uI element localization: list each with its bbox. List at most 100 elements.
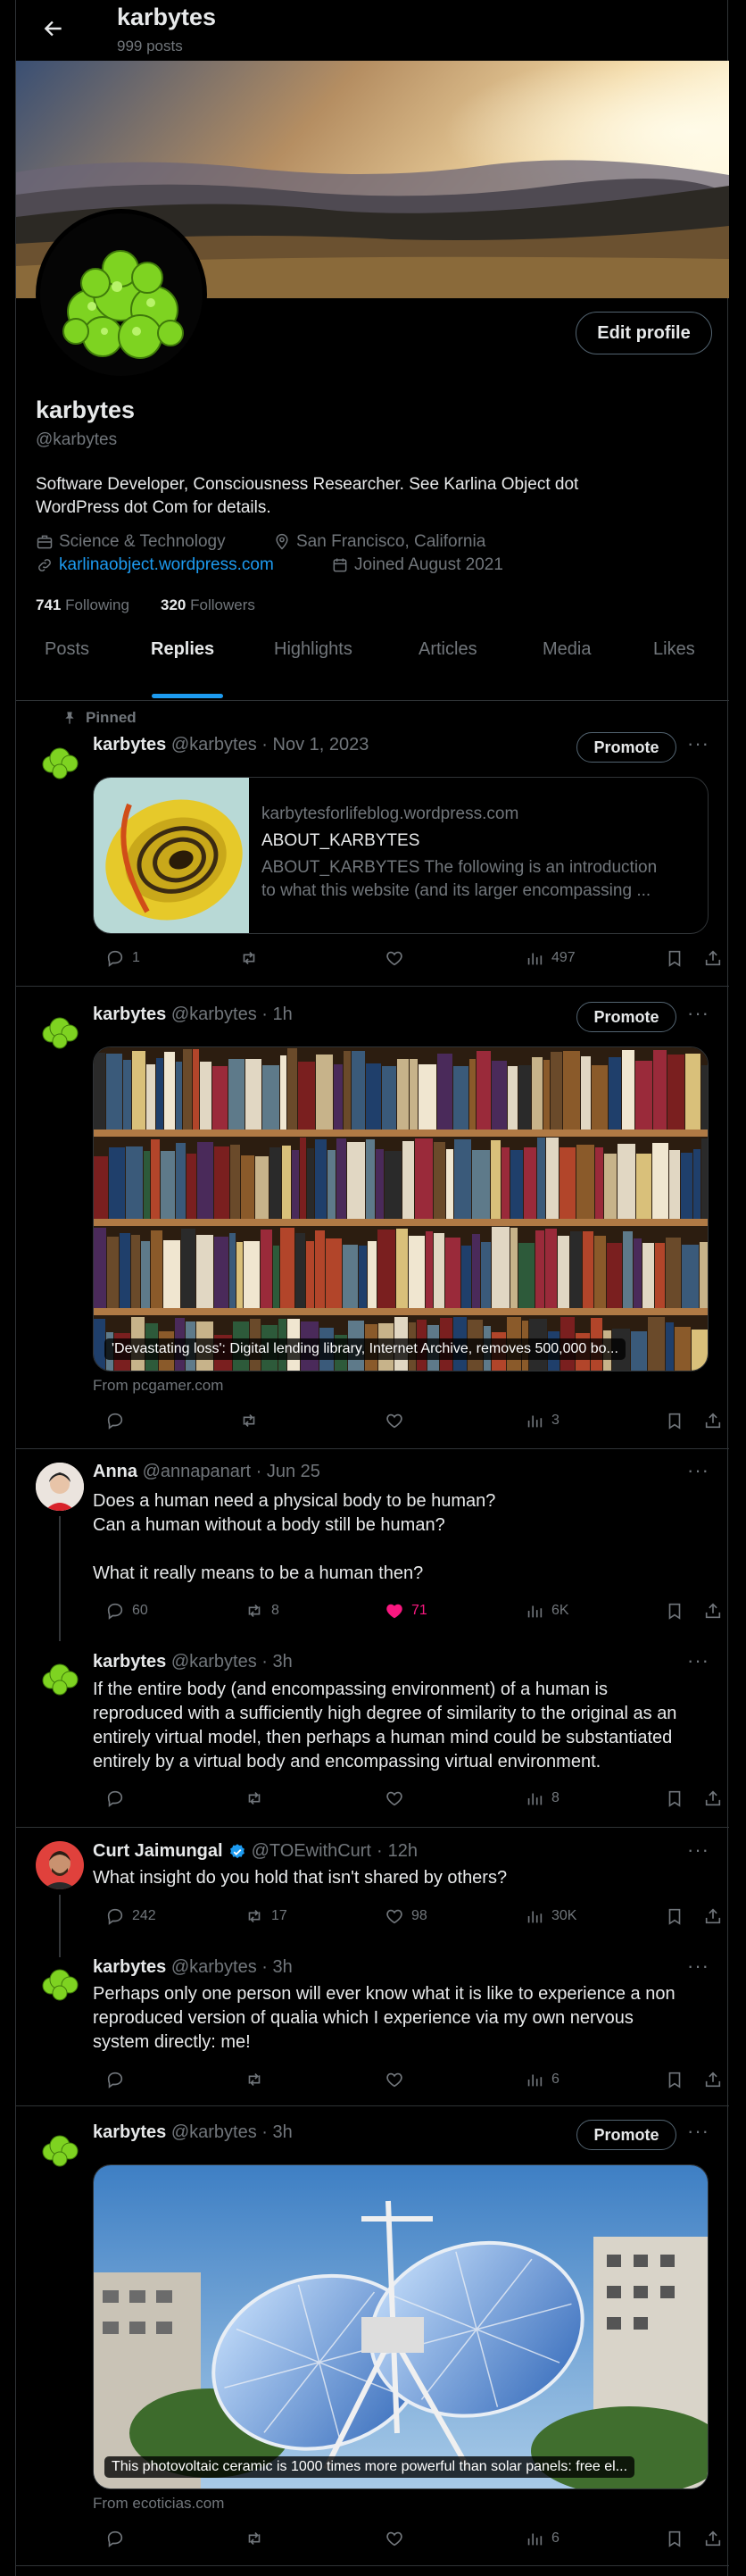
following-link[interactable]: 741 Following <box>36 596 129 614</box>
promote-button[interactable]: Promote <box>576 1002 676 1032</box>
views-button[interactable]: 6 <box>525 2529 560 2548</box>
like-button[interactable]: 71 <box>385 1601 427 1621</box>
reply-button[interactable] <box>105 2529 125 2548</box>
avatar[interactable] <box>36 1463 84 1511</box>
avatar[interactable] <box>36 1957 84 2005</box>
tab-replies[interactable]: Replies <box>151 639 214 660</box>
link-card[interactable]: karbytesforlifeblog.wordpress.com ABOUT_… <box>93 777 709 934</box>
views-button[interactable]: 3 <box>525 1411 560 1430</box>
promote-button[interactable]: Promote <box>576 2120 676 2150</box>
share-button[interactable] <box>703 1601 723 1621</box>
post-time[interactable]: 3h <box>273 1957 293 1977</box>
more-icon[interactable]: ··· <box>687 1955 709 1978</box>
tab-media[interactable]: Media <box>543 639 591 660</box>
repost-icon <box>245 2529 264 2548</box>
post-author-name[interactable]: Anna <box>93 1462 137 1481</box>
avatar[interactable] <box>36 2123 84 2172</box>
bookmark-button[interactable] <box>665 2070 684 2089</box>
more-icon[interactable]: ··· <box>687 1459 709 1482</box>
profile-website[interactable]: karlinaobject.wordpress.com <box>36 555 274 575</box>
like-button[interactable] <box>385 948 404 968</box>
bookmark-button[interactable] <box>665 1411 684 1430</box>
post-text: What insight do you hold that isn't shar… <box>93 1868 508 1888</box>
bookmark-button[interactable] <box>665 1601 684 1621</box>
more-icon[interactable]: ··· <box>687 1838 709 1862</box>
tab-highlights[interactable]: Highlights <box>274 639 352 660</box>
repost-button[interactable] <box>239 1411 259 1430</box>
tab-posts[interactable]: Posts <box>45 639 89 660</box>
post-time[interactable]: Jun 25 <box>267 1462 320 1481</box>
tab-likes[interactable]: Likes <box>653 639 695 660</box>
post-time[interactable]: 3h <box>273 2122 293 2142</box>
reply-button[interactable] <box>105 2070 125 2089</box>
like-button[interactable] <box>385 1411 404 1430</box>
repost-button[interactable] <box>245 2070 264 2089</box>
repost-button[interactable] <box>245 1788 264 1808</box>
promote-button[interactable]: Promote <box>576 732 676 763</box>
post-time[interactable]: 3h <box>273 1652 293 1671</box>
post-author-handle[interactable]: @karbytes <box>171 1652 257 1671</box>
post-author-handle[interactable]: @karbytes <box>171 2122 257 2142</box>
back-button[interactable] <box>37 13 70 45</box>
repost-button[interactable]: 8 <box>245 1601 279 1621</box>
share-button[interactable] <box>703 2070 723 2089</box>
views-button[interactable]: 6K <box>525 1601 569 1621</box>
post-author-handle[interactable]: @karbytes <box>171 1957 257 1977</box>
post-author-handle[interactable]: @karbytes <box>171 735 257 754</box>
repost-button[interactable] <box>239 948 259 968</box>
more-icon[interactable]: ··· <box>687 2120 709 2143</box>
views-button[interactable]: 30K <box>525 1906 576 1926</box>
post-time[interactable]: 1h <box>273 1005 293 1024</box>
more-icon[interactable]: ··· <box>687 1002 709 1025</box>
reply-button[interactable] <box>105 1411 125 1430</box>
website-link[interactable]: karlinaobject.wordpress.com <box>59 555 274 575</box>
reply-button[interactable]: 242 <box>105 1906 156 1926</box>
avatar[interactable] <box>36 1841 84 1889</box>
views-button[interactable]: 6 <box>525 2070 560 2089</box>
profile-avatar[interactable] <box>36 209 207 380</box>
post-author-name[interactable]: karbytes <box>93 1005 166 1024</box>
reply-button[interactable] <box>105 1788 125 1808</box>
share-button[interactable] <box>703 1411 723 1430</box>
post-author-handle[interactable]: @karbytes <box>171 1005 257 1024</box>
post-author-name[interactable]: karbytes <box>93 1957 166 1977</box>
share-button[interactable] <box>703 1906 723 1926</box>
post-author-name[interactable]: Curt Jaimungal <box>93 1841 223 1862</box>
like-button[interactable] <box>385 1788 404 1808</box>
post-author-handle[interactable]: @annapanart <box>143 1462 252 1481</box>
avatar[interactable] <box>36 1005 84 1054</box>
views-button[interactable]: 497 <box>525 948 576 968</box>
media-source[interactable]: From pcgamer.com <box>93 1377 223 1395</box>
avatar[interactable] <box>36 736 84 784</box>
like-button[interactable] <box>385 2070 404 2089</box>
post-author-name[interactable]: karbytes <box>93 2122 166 2142</box>
post-media-image[interactable]: This photovoltaic ceramic is 1000 times … <box>93 2164 709 2489</box>
post-time[interactable]: Nov 1, 2023 <box>273 735 369 754</box>
more-icon[interactable]: ··· <box>687 732 709 755</box>
avatar[interactable] <box>36 1652 84 1700</box>
like-button[interactable] <box>385 2529 404 2548</box>
repost-button[interactable]: 17 <box>245 1906 287 1926</box>
share-button[interactable] <box>703 1788 723 1808</box>
bookmark-button[interactable] <box>665 948 684 968</box>
post-author-handle[interactable]: @TOEwithCurt <box>252 1841 371 1862</box>
bookmark-button[interactable] <box>665 1788 684 1808</box>
media-source[interactable]: From ecoticias.com <box>93 2495 224 2513</box>
share-button[interactable] <box>703 948 723 968</box>
followers-link[interactable]: 320 Followers <box>161 596 255 614</box>
like-button[interactable]: 98 <box>385 1906 427 1926</box>
post-time[interactable]: 12h <box>388 1841 418 1862</box>
more-icon[interactable]: ··· <box>687 1649 709 1672</box>
post-media-image[interactable]: 'Devastating loss': Digital lending libr… <box>93 1046 709 1371</box>
bookmark-button[interactable] <box>665 2529 684 2548</box>
edit-profile-button[interactable]: Edit profile <box>576 312 712 354</box>
post-author-name[interactable]: karbytes <box>93 1652 166 1671</box>
bookmark-button[interactable] <box>665 1906 684 1926</box>
share-button[interactable] <box>703 2529 723 2548</box>
tab-articles[interactable]: Articles <box>419 639 477 660</box>
reply-button[interactable]: 60 <box>105 1601 148 1621</box>
post-author-name[interactable]: karbytes <box>93 735 166 754</box>
reply-button[interactable]: 1 <box>105 948 140 968</box>
repost-button[interactable] <box>245 2529 264 2548</box>
views-button[interactable]: 8 <box>525 1788 560 1808</box>
